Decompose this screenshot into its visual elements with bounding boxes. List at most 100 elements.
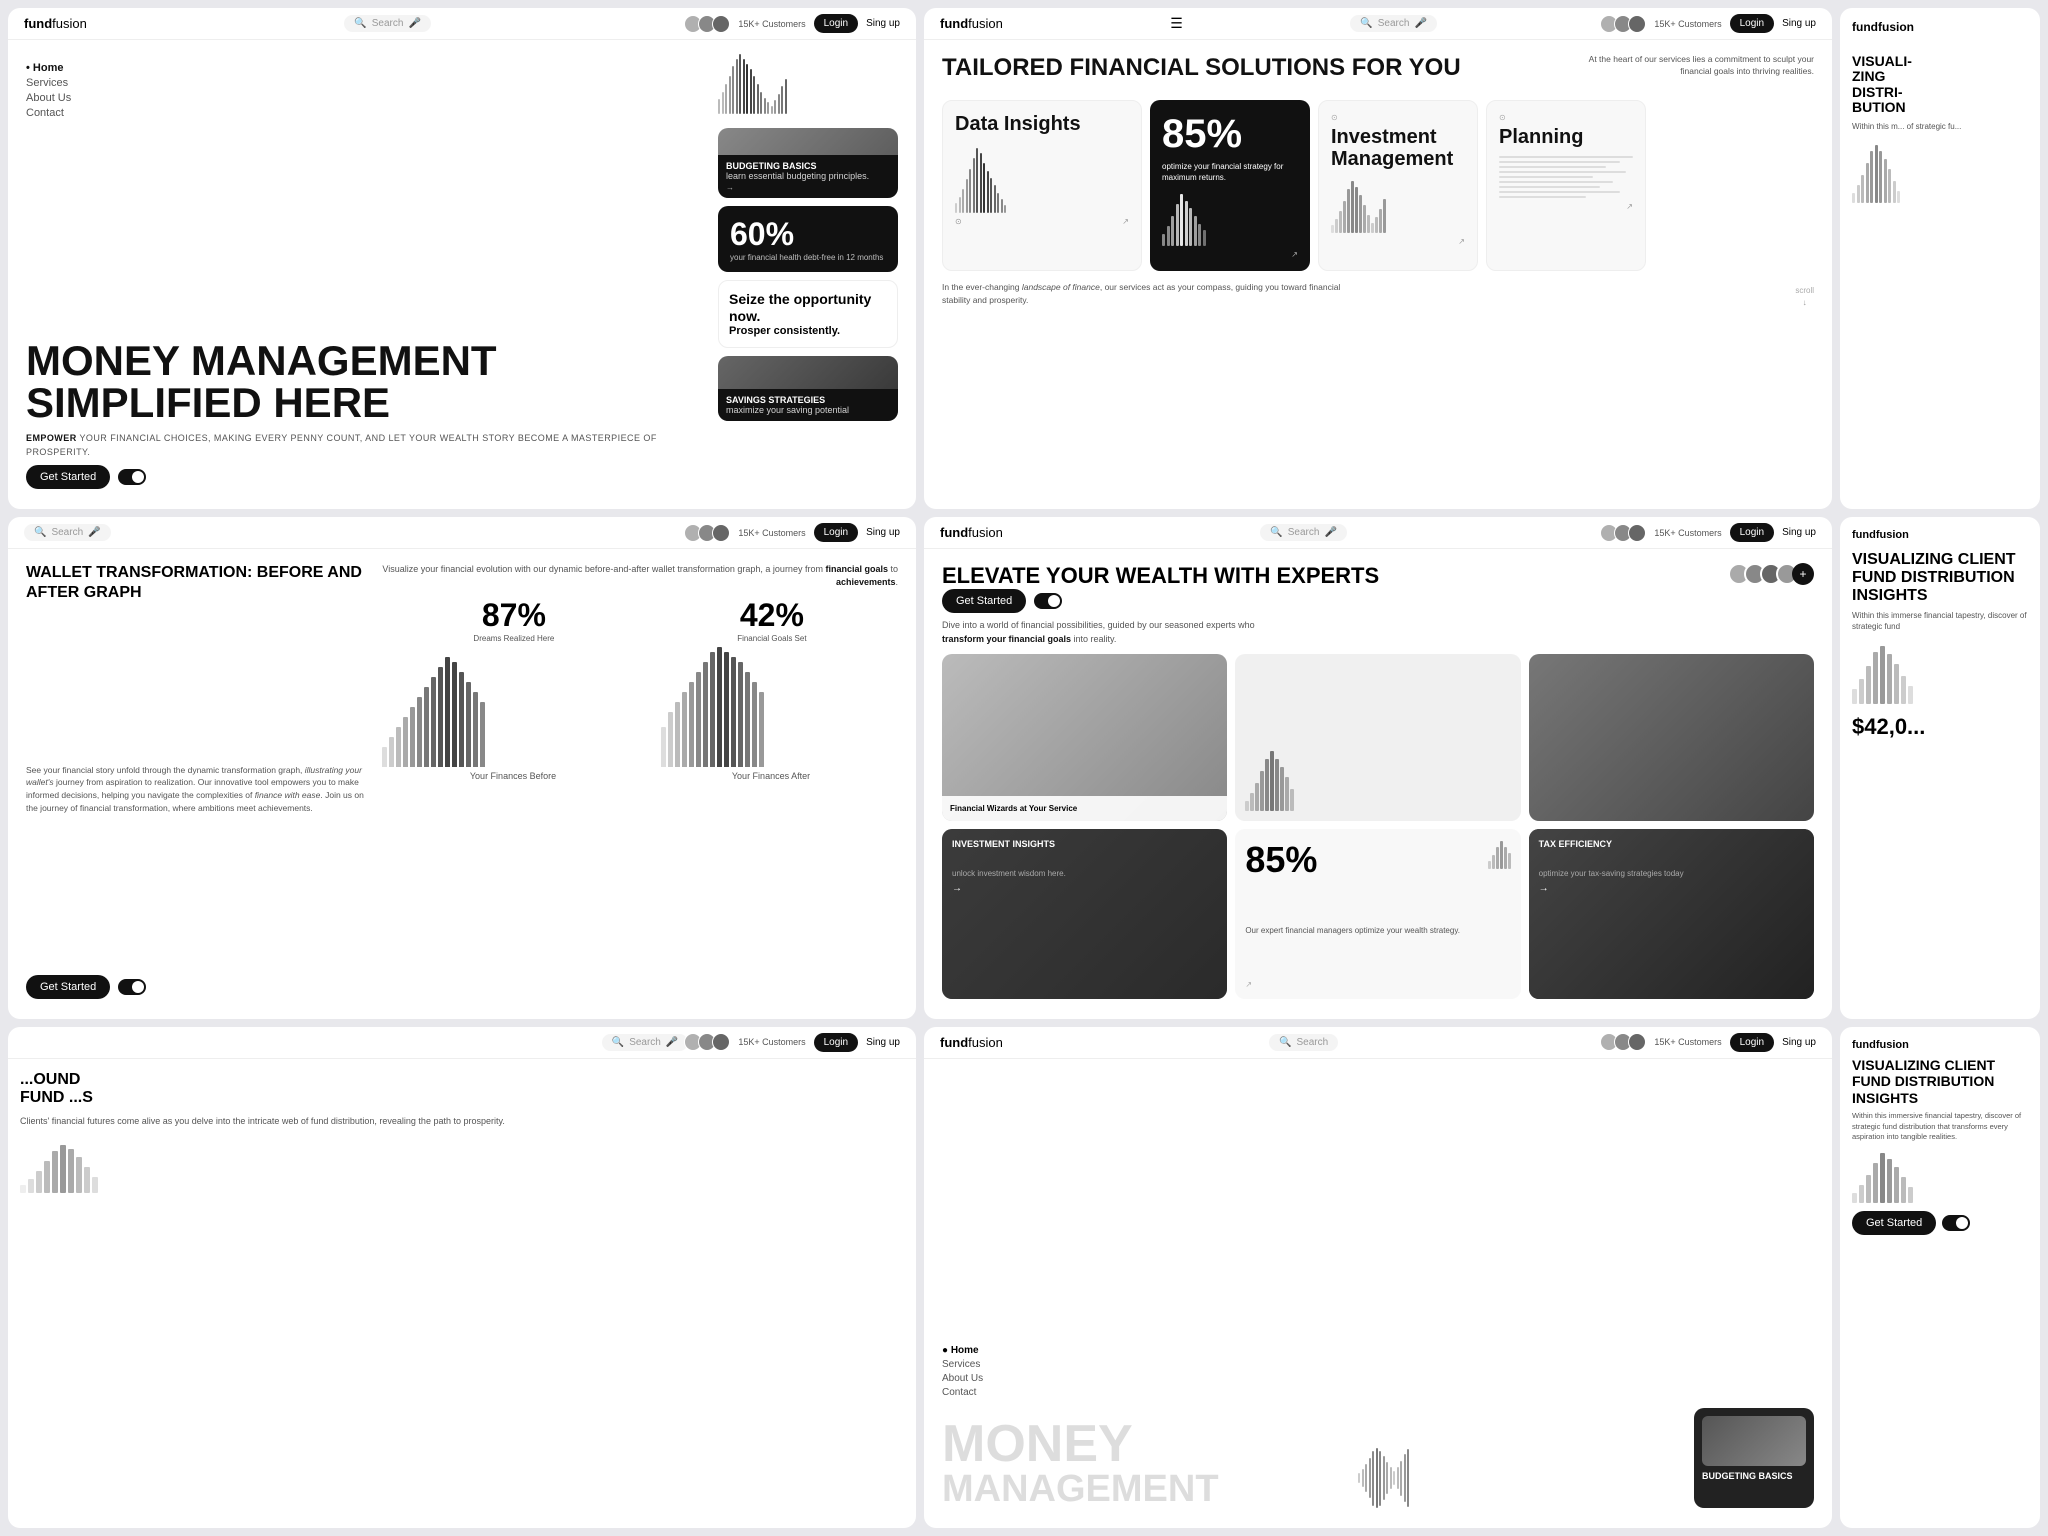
partial-bars-6 [1852, 644, 2028, 704]
login-btn-7[interactable]: Login [814, 1033, 858, 1052]
wallet-title: WALLET TRANSFORMATION: BEFORE AND AFTER … [26, 563, 370, 601]
search-bar-8[interactable]: 🔍 Search [1269, 1034, 1338, 1051]
partial-brand-6: fundfusion [1852, 529, 2028, 541]
signup-btn-5[interactable]: Sing up [1782, 527, 1816, 538]
tax-efficiency-link[interactable]: optimize your tax-saving strategies toda… [1539, 869, 1804, 878]
search-icon-2: 🔍 [1360, 18, 1372, 29]
signup-btn-4[interactable]: Sing up [866, 527, 900, 538]
savings-title: SAVINGS STRATEGIES [726, 395, 890, 405]
service-85pct[interactable]: 85% optimize your financial strategy for… [1150, 100, 1310, 271]
login-btn-5[interactable]: Login [1730, 523, 1774, 542]
partial-price-6: $42,0... [1852, 714, 2028, 740]
br-title: VISUALIZING CLIENT FUND DISTRIBUTION INS… [1852, 1057, 2028, 1107]
stat-42: 42% Financial Goals Set [737, 597, 806, 643]
search-bar-7[interactable]: 🔍 Search 🎤 [602, 1034, 689, 1051]
card-bottom-left: 🔍 Search 🎤 15K+ Customers Login Sing up … [8, 1027, 916, 1528]
toggle-4[interactable] [118, 979, 146, 995]
avatar-12 [1628, 524, 1646, 542]
investment-insights-link[interactable]: unlock investment wisdom here. [952, 869, 1217, 878]
card1-left: Home Services About Us Contact MONEY MAN… [26, 54, 708, 489]
login-btn-1[interactable]: Login [814, 14, 858, 33]
login-btn-2[interactable]: Login [1730, 14, 1774, 33]
toggle-9[interactable] [1942, 1215, 1970, 1231]
elevate-grid: Financial Wizards at Your Service [942, 654, 1814, 998]
navbar-2: fundfusion ☰ 🔍 Search 🎤 15K+ Customers L… [924, 8, 1832, 40]
tailored-bottom-text: In the ever-changing landscape of financ… [942, 281, 1342, 307]
mic-icon-1: 🎤 [408, 18, 420, 29]
br-bars [1852, 1153, 2028, 1203]
customers-count-2: 15K+ Customers [1654, 19, 1721, 29]
card-bottom-right: fundfusion VISUALIZING CLIENT FUND DISTR… [1840, 1027, 2040, 1528]
login-btn-4[interactable]: Login [814, 523, 858, 542]
signup-btn-7[interactable]: Sing up [866, 1037, 900, 1048]
wallet-get-started-btn[interactable]: Get Started [26, 975, 110, 999]
elevate-cta-row: Get Started [942, 589, 1814, 613]
avatar-18 [1628, 1033, 1646, 1051]
search-bar-1[interactable]: 🔍 Search 🎤 [344, 15, 431, 32]
partial-mid-content: fundfusion VISUALIZING CLIENT FUND DISTR… [1840, 517, 2040, 752]
navbar-8: fundfusion 🔍 Search 15K+ Customers Login… [924, 1027, 1832, 1059]
card9-content: fundfusion VISUALIZING CLIENT FUND DISTR… [1840, 1027, 2040, 1247]
chart-area: 87% Dreams Realized Here 42% Financial G… [382, 597, 898, 999]
tailored-title: TAILORED FINANCIAL SOLUTIONS FOR YOU [942, 54, 1461, 82]
customers-count-1: 15K+ Customers [738, 19, 805, 29]
wallet-cta-row: Get Started [26, 975, 370, 999]
hero-subtitle: EMPOWER YOUR FINANCIAL CHOICES, MAKING E… [26, 432, 708, 459]
get-started-btn-1[interactable]: Get Started [26, 465, 110, 489]
navbar-7: 🔍 Search 🎤 15K+ Customers Login Sing up [8, 1027, 916, 1059]
card-tailored: fundfusion ☰ 🔍 Search 🎤 15K+ Customers L… [924, 8, 1832, 509]
money-big-text: MONEY MANAGEMENT [942, 1418, 1346, 1508]
seize-sub: Prosper consistently. [729, 325, 887, 337]
partial-brand-3: fundfusion [1852, 20, 2028, 34]
search-bar-5[interactable]: 🔍 Search 🎤 [1260, 524, 1347, 541]
elevate-header: ELEVATE YOUR WEALTH WITH EXPERTS + Get S… [942, 563, 1814, 646]
avatar-group-7 [688, 1033, 730, 1051]
elevate-photo-person [1529, 654, 1814, 821]
financial-wizards-overlay: Financial Wizards at Your Service [942, 796, 1227, 821]
person-photo-2: SAVINGS STRATEGIES maximize your saving … [718, 356, 898, 421]
service-data-insights[interactable]: Data Insights [942, 100, 1142, 271]
chart-stats-top: 87% Dreams Realized Here 42% Financial G… [382, 597, 898, 643]
signup-btn-8[interactable]: Sing up [1782, 1037, 1816, 1048]
nav-services[interactable]: Services [26, 77, 708, 89]
search-bar-4[interactable]: 🔍 Search 🎤 [24, 524, 111, 541]
nav-links-group: Home Services About Us Contact [26, 54, 708, 119]
avatar-group-4 [688, 524, 730, 542]
nav-contact[interactable]: Contact [26, 107, 708, 119]
hero-title: MONEY MANAGEMENT SIMPLIFIED HERE [26, 340, 708, 424]
avatar-group-1 [688, 15, 730, 33]
hamburger-icon[interactable]: ☰ [1170, 15, 1183, 32]
nav-home[interactable]: Home [26, 62, 708, 74]
brand-logo-9: fundfusion [1852, 1039, 2028, 1051]
data-insights-title: Data Insights [955, 113, 1129, 135]
elevate-get-started-btn[interactable]: Get Started [942, 589, 1026, 613]
avatar-9 [712, 524, 730, 542]
card7-bars [20, 1143, 904, 1193]
service-investment[interactable]: ⊙ Investment Management [1318, 100, 1478, 271]
money-big-line2: MANAGEMENT [942, 1470, 1346, 1508]
customers-count-5: 15K+ Customers [1654, 528, 1721, 538]
service-planning[interactable]: ⊙ Planning ↗ [1486, 100, 1646, 271]
mic-icon-7: 🎤 [666, 1037, 678, 1048]
login-btn-8[interactable]: Login [1730, 1033, 1774, 1052]
add-member-btn[interactable]: + [1792, 563, 1814, 585]
toggle-5[interactable] [1034, 593, 1062, 609]
clients-desc: Clients' financial futures come alive as… [20, 1115, 904, 1128]
card-partial-top-right: fundfusion VISUALI-ZINGDISTRI-BUTION Wit… [1840, 8, 2040, 509]
brand-logo-2: fundfusion [940, 16, 1003, 31]
elevate-stat-desc: Our expert financial managers optimize y… [1245, 925, 1510, 936]
elevate-layout: ELEVATE YOUR WEALTH WITH EXPERTS + Get S… [942, 563, 1814, 998]
signup-btn-2[interactable]: Sing up [1782, 18, 1816, 29]
scroll-indicator-2: scroll ↓ [1795, 286, 1814, 307]
card1-right: BUDGETING BASICS learn essential budgeti… [718, 54, 898, 489]
card-money-management: fundfusion 🔍 Search 🎤 15K+ Customers Log… [8, 8, 916, 509]
nav-about[interactable]: About Us [26, 92, 708, 104]
signup-btn-1[interactable]: Sing up [866, 18, 900, 29]
toggle-1[interactable] [118, 469, 146, 485]
nav-links-8: ● Home Services About Us Contact [942, 1345, 1814, 1398]
card-partial-mid-right: fundfusion VISUALIZING CLIENT FUND DISTR… [1840, 517, 2040, 1018]
navbar-5: fundfusion 🔍 Search 🎤 15K+ Customers Log… [924, 517, 1832, 549]
br-get-started-btn[interactable]: Get Started [1852, 1211, 1936, 1235]
card2-bottom-row: In the ever-changing landscape of financ… [942, 281, 1814, 307]
search-bar-2[interactable]: 🔍 Search 🎤 [1350, 15, 1437, 32]
